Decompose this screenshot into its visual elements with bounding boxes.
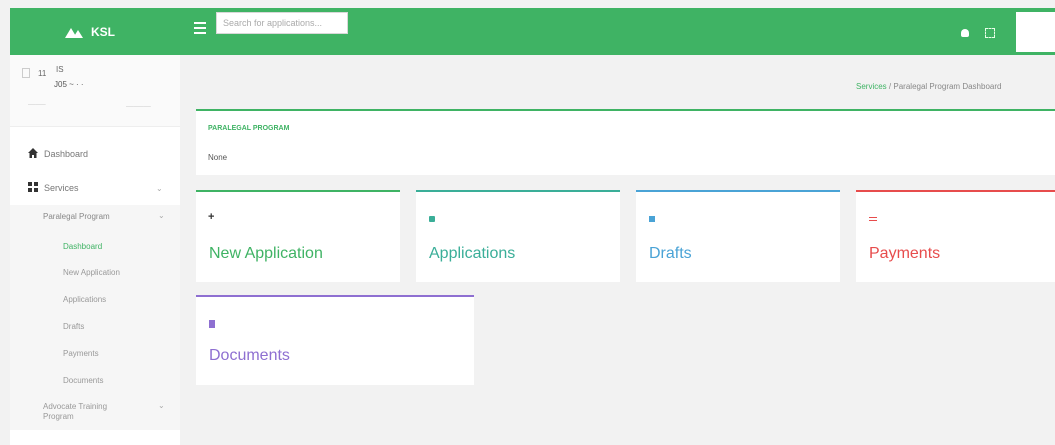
top-navbar: KSL xyxy=(10,8,1055,55)
submenu-item-applications[interactable]: Applications xyxy=(63,295,106,304)
profile-detail-left: ───── xyxy=(28,102,46,108)
submenu-item-new-application[interactable]: New Application xyxy=(63,268,120,277)
menu-toggle-icon[interactable] xyxy=(194,22,206,34)
profile-detail-right: ─────── xyxy=(126,104,151,110)
chevron-down-icon: ⌄ xyxy=(158,401,165,410)
sidebar-item-label: Dashboard xyxy=(44,149,89,159)
breadcrumb-current: Paralegal Program Dashboard xyxy=(893,82,1002,91)
submenu-item-drafts[interactable]: Drafts xyxy=(63,322,84,331)
logo-icon xyxy=(65,26,85,38)
sidebar-item-label: Services xyxy=(44,183,79,193)
submenu-item-documents[interactable]: Documents xyxy=(63,376,103,385)
sidebar-item-advocate-training[interactable]: Advocate Training Program xyxy=(43,402,123,422)
user-profile: 11 IS J05 ~ · · ───── ─────── xyxy=(10,55,180,127)
profile-name: J05 ~ · · xyxy=(54,80,84,89)
card-label: Documents xyxy=(209,347,290,364)
applications-card[interactable]: Applications xyxy=(416,190,620,282)
documents-card[interactable]: Documents xyxy=(196,295,474,385)
search-input[interactable] xyxy=(216,12,348,34)
document-icon xyxy=(209,320,215,328)
card-label: Applications xyxy=(429,245,516,262)
plus-icon: + xyxy=(208,211,215,223)
payments-card[interactable]: Payments xyxy=(856,190,1055,282)
draft-icon xyxy=(649,216,655,222)
card-label: New Application xyxy=(209,245,323,262)
brand[interactable]: KSL xyxy=(65,8,115,55)
program-value: None xyxy=(208,153,228,162)
bell-icon[interactable] xyxy=(961,29,969,37)
profile-text-b: IS xyxy=(56,65,64,74)
user-menu[interactable] xyxy=(1016,12,1055,52)
breadcrumb-link-services[interactable]: Services xyxy=(856,82,887,91)
submenu-item-dashboard[interactable]: Dashboard xyxy=(63,242,102,251)
home-icon xyxy=(28,147,44,161)
chevron-down-icon: ⌄ xyxy=(158,211,165,220)
sidebar-item-services[interactable]: Services ⌄ xyxy=(10,181,180,195)
card-label: Payments xyxy=(869,245,941,262)
credit-card-icon xyxy=(869,217,877,221)
brand-label: KSL xyxy=(91,24,115,39)
sidebar-item-paralegal-program[interactable]: Paralegal Program xyxy=(43,212,110,221)
sidebar: 11 IS J05 ~ · · ───── ─────── Dashboard … xyxy=(10,55,180,445)
new-application-card[interactable]: + New Application xyxy=(196,190,400,282)
drafts-card[interactable]: Drafts xyxy=(636,190,840,282)
card-label: Drafts xyxy=(649,245,692,262)
file-icon xyxy=(22,68,30,78)
services-submenu: Paralegal Program ⌄ Dashboard New Applic… xyxy=(10,205,180,430)
program-title: PARALEGAL PROGRAM xyxy=(208,125,290,132)
program-info-card: PARALEGAL PROGRAM None xyxy=(196,109,1055,175)
sidebar-item-dashboard[interactable]: Dashboard xyxy=(10,147,180,161)
fullscreen-icon[interactable] xyxy=(985,28,995,38)
submenu-item-payments[interactable]: Payments xyxy=(63,349,99,358)
breadcrumb: Services / Paralegal Program Dashboard xyxy=(856,82,1001,91)
chevron-down-icon: ⌄ xyxy=(156,183,163,193)
folder-icon xyxy=(429,216,435,222)
breadcrumb-separator: / xyxy=(888,82,892,91)
profile-text-a: 11 xyxy=(38,69,47,78)
grid-icon xyxy=(28,181,44,195)
